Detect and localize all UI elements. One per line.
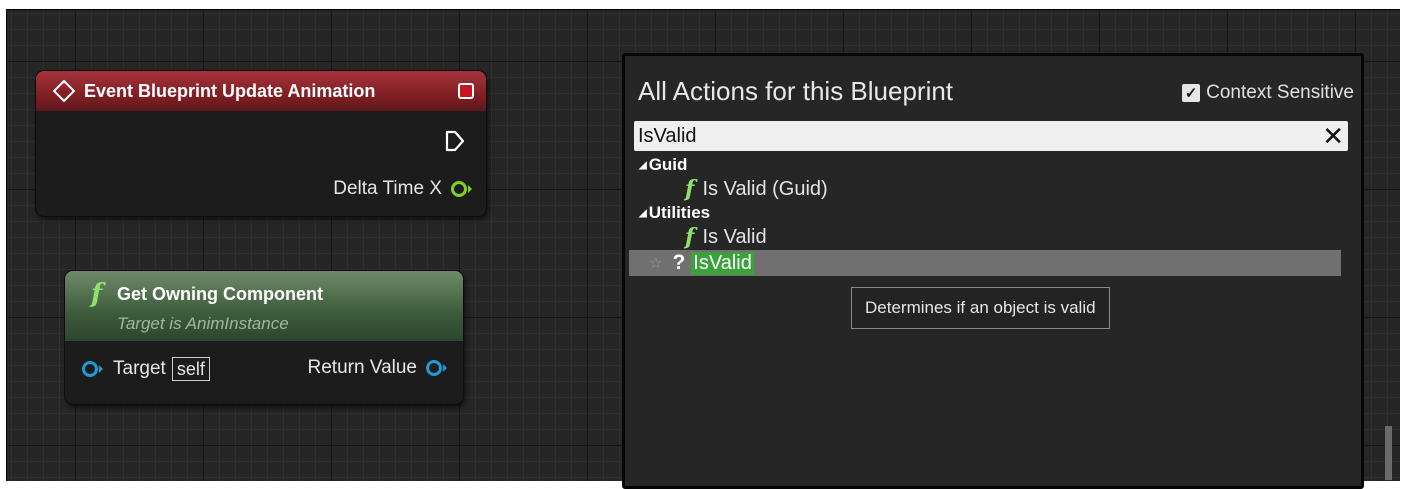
node-header[interactable]: f Get Owning Component Target is AnimIns… [65, 271, 463, 341]
return-pin-row: Return Value [308, 357, 450, 379]
event-diamond-icon [52, 79, 76, 103]
context-sensitive-toggle[interactable]: ✓ Context Sensitive [1182, 82, 1354, 104]
get-owning-component-node[interactable]: f Get Owning Component Target is AnimIns… [65, 271, 463, 404]
action-label: Is Valid (Guid) [702, 177, 828, 200]
search-input[interactable] [634, 123, 1320, 149]
star-icon[interactable]: ☆ [649, 254, 662, 272]
float-pin-icon[interactable] [450, 179, 474, 199]
return-value-label: Return Value [307, 357, 418, 378]
function-icon: f [685, 224, 695, 250]
close-icon[interactable]: ✕ [1322, 121, 1344, 151]
node-title: Get Owning Component [117, 284, 323, 304]
category-label: Guid [648, 155, 688, 174]
target-default-value[interactable]: self [171, 357, 210, 381]
action-item[interactable]: f Is Valid (Guid) [639, 176, 1351, 202]
checkbox-checked-icon[interactable]: ✓ [1182, 84, 1201, 102]
node-title: Event Blueprint Update Animation [84, 80, 376, 101]
node-header[interactable]: Event Blueprint Update Animation [36, 71, 486, 111]
action-item-selected[interactable]: ☆ ? IsValid [629, 250, 1341, 276]
context-sensitive-label: Context Sensitive [1206, 82, 1354, 103]
search-box[interactable]: ✕ [634, 121, 1348, 151]
question-mark-icon: ? [672, 251, 686, 274]
action-item[interactable]: f Is Valid [639, 224, 1351, 250]
stop-icon [458, 83, 474, 99]
node-subtitle: Target is AnimInstance [117, 314, 289, 333]
action-label: IsValid [691, 251, 754, 275]
object-pin-icon[interactable] [425, 358, 449, 378]
function-icon: f [91, 279, 103, 309]
category-label: Utilities [648, 203, 711, 222]
function-icon: f [685, 176, 695, 202]
delta-time-label: Delta Time X [333, 178, 442, 199]
tooltip: Determines if an object is valid [851, 287, 1110, 329]
delta-time-pin-row: Delta Time X [333, 178, 474, 200]
all-actions-menu[interactable]: All Actions for this Blueprint ✓ Context… [622, 53, 1364, 489]
event-update-animation-node[interactable]: Event Blueprint Update Animation Delta T… [36, 71, 486, 216]
collapse-triangle-icon[interactable]: ◢ [639, 160, 647, 171]
action-label: Is Valid [702, 225, 767, 248]
menu-title: All Actions for this Blueprint [638, 76, 954, 106]
target-label: Target [113, 358, 166, 379]
object-pin-icon[interactable] [81, 359, 105, 379]
exec-pin-icon[interactable] [444, 129, 466, 158]
action-tree: ◢ Guid f Is Valid (Guid) ◢ Utilities f I… [629, 154, 1351, 276]
scrollbar[interactable] [1385, 426, 1392, 480]
category-guid[interactable]: ◢ Guid [639, 154, 1351, 176]
category-utilities[interactable]: ◢ Utilities [639, 202, 1351, 224]
target-pin-row: Target self [81, 357, 210, 381]
collapse-triangle-icon[interactable]: ◢ [639, 208, 647, 219]
